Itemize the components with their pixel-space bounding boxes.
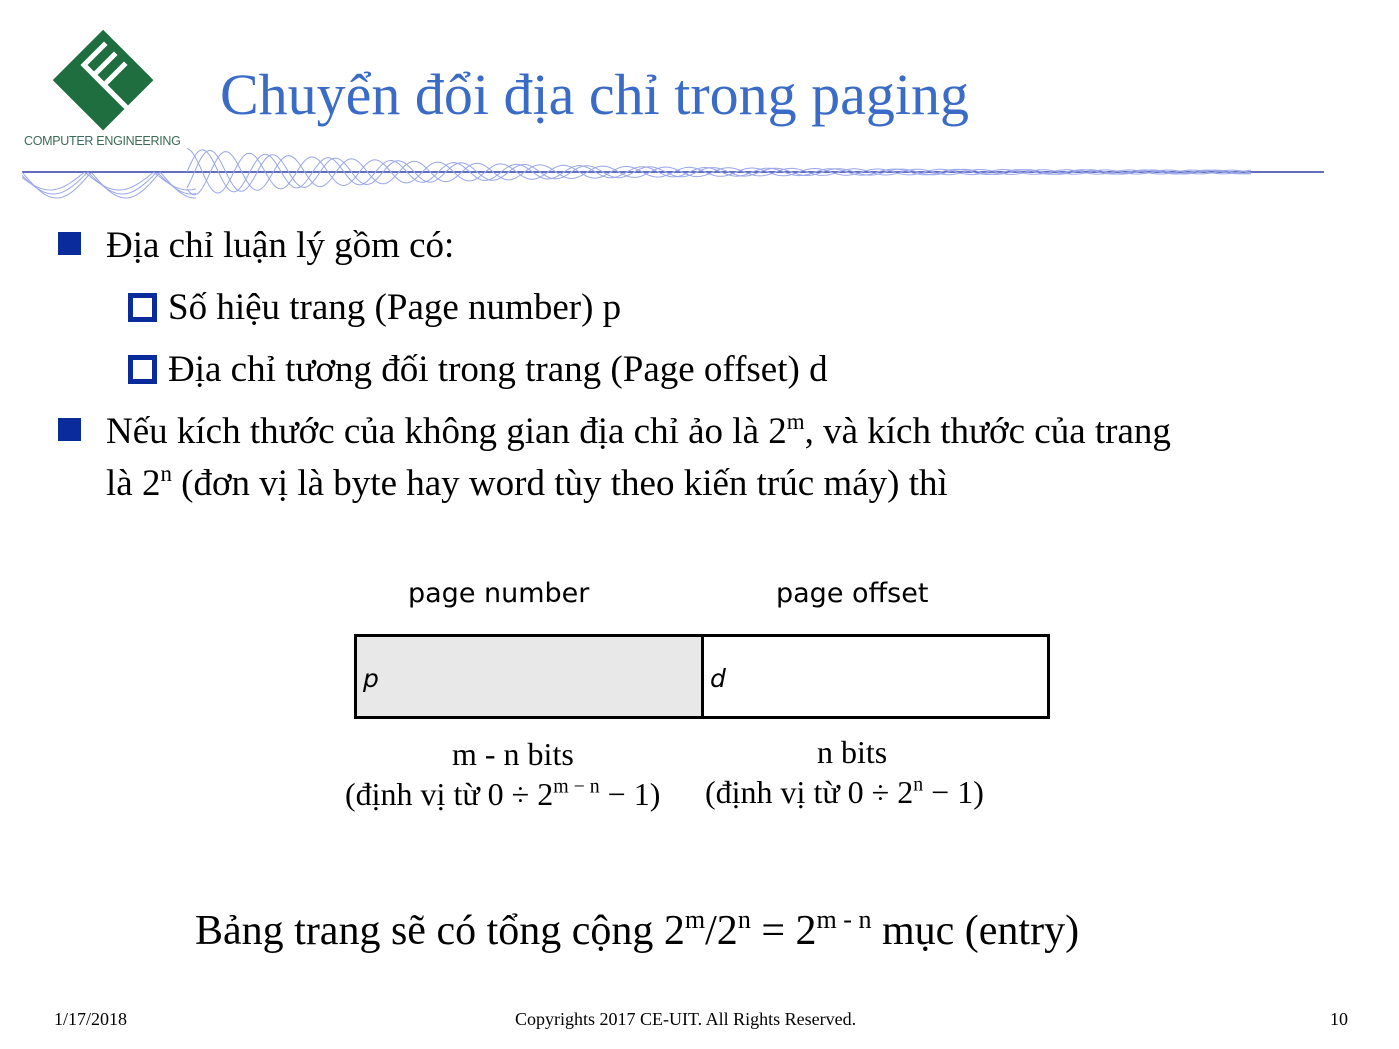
sub-bullet-item: Địa chỉ tương đối trong trang (Page offs…	[168, 349, 828, 390]
page-number-field: p	[354, 634, 704, 719]
logo: COMPUTER ENGINEERING	[20, 20, 190, 150]
text: , và kích thước của trang	[804, 411, 1171, 452]
page-number-label: page number	[408, 578, 590, 609]
text: /2	[705, 908, 738, 954]
footer-copyright: Copyrights 2017 CE-UIT. All Rights Reser…	[515, 1009, 857, 1029]
superscript: m - n	[816, 904, 872, 934]
superscript: m	[786, 408, 805, 434]
text: − 1)	[923, 774, 984, 810]
logo-text: COMPUTER ENGINEERING	[24, 134, 181, 148]
wave-line	[22, 171, 197, 191]
right-range-caption: (định vị từ 0 ÷ 2n − 1)	[705, 773, 984, 810]
left-bits-caption: m - n bits	[452, 736, 574, 772]
bullet-square-icon	[58, 418, 81, 441]
bullet-item: Nếu kích thước của không gian địa chỉ ảo…	[106, 410, 1171, 452]
text: = 2	[750, 908, 817, 954]
superscript: n	[160, 460, 172, 486]
text: (đơn vị là byte hay word tùy theo kiến t…	[171, 463, 948, 504]
summary-statement: Bảng trang sẽ có tổng cộng 2m/2n = 2m - …	[195, 906, 1080, 954]
bullet-item: Địa chỉ luận lý gồm có:	[106, 225, 455, 266]
slide-title: Chuyển đổi địa chỉ trong paging	[220, 62, 970, 127]
text: (định vị từ 0 ÷ 2	[705, 774, 914, 810]
superscript: m − n	[553, 775, 600, 798]
sub-bullet-square-icon	[128, 355, 157, 384]
text: Bảng trang sẽ có tổng cộng 2	[195, 908, 685, 954]
wave-line	[186, 151, 1252, 196]
text: mục (entry)	[871, 908, 1080, 954]
footer-date: 1/17/2018	[54, 1009, 128, 1029]
computer-engineering-logo-icon	[52, 29, 154, 131]
right-bits-caption: n bits	[817, 734, 888, 770]
wave-divider	[22, 148, 1324, 199]
superscript: n	[913, 773, 924, 796]
sub-bullet-item: Số hiệu trang (Page number) p	[168, 287, 622, 328]
sub-bullet-square-icon	[128, 293, 157, 322]
text: − 1)	[599, 776, 661, 812]
page-offset-label: page offset	[776, 578, 929, 609]
footer-page-number: 10	[1330, 1009, 1348, 1029]
text: là 2	[106, 463, 161, 504]
text: (định vị từ 0 ÷ 2	[345, 776, 554, 812]
page-offset-field: d	[701, 634, 1050, 719]
text: Nếu kích thước của không gian địa chỉ ảo…	[106, 411, 787, 452]
left-range-caption: (định vị từ 0 ÷ 2m − n − 1)	[345, 775, 661, 812]
wave-line	[186, 149, 1252, 193]
superscript: m	[684, 904, 706, 934]
bullet-square-icon	[58, 232, 81, 255]
superscript: n	[737, 904, 751, 934]
bullet-item-continuation: là 2n (đơn vị là byte hay word tùy theo …	[106, 462, 948, 504]
field-p: p	[363, 664, 379, 693]
wave-line	[22, 171, 196, 199]
field-d: d	[710, 664, 726, 693]
